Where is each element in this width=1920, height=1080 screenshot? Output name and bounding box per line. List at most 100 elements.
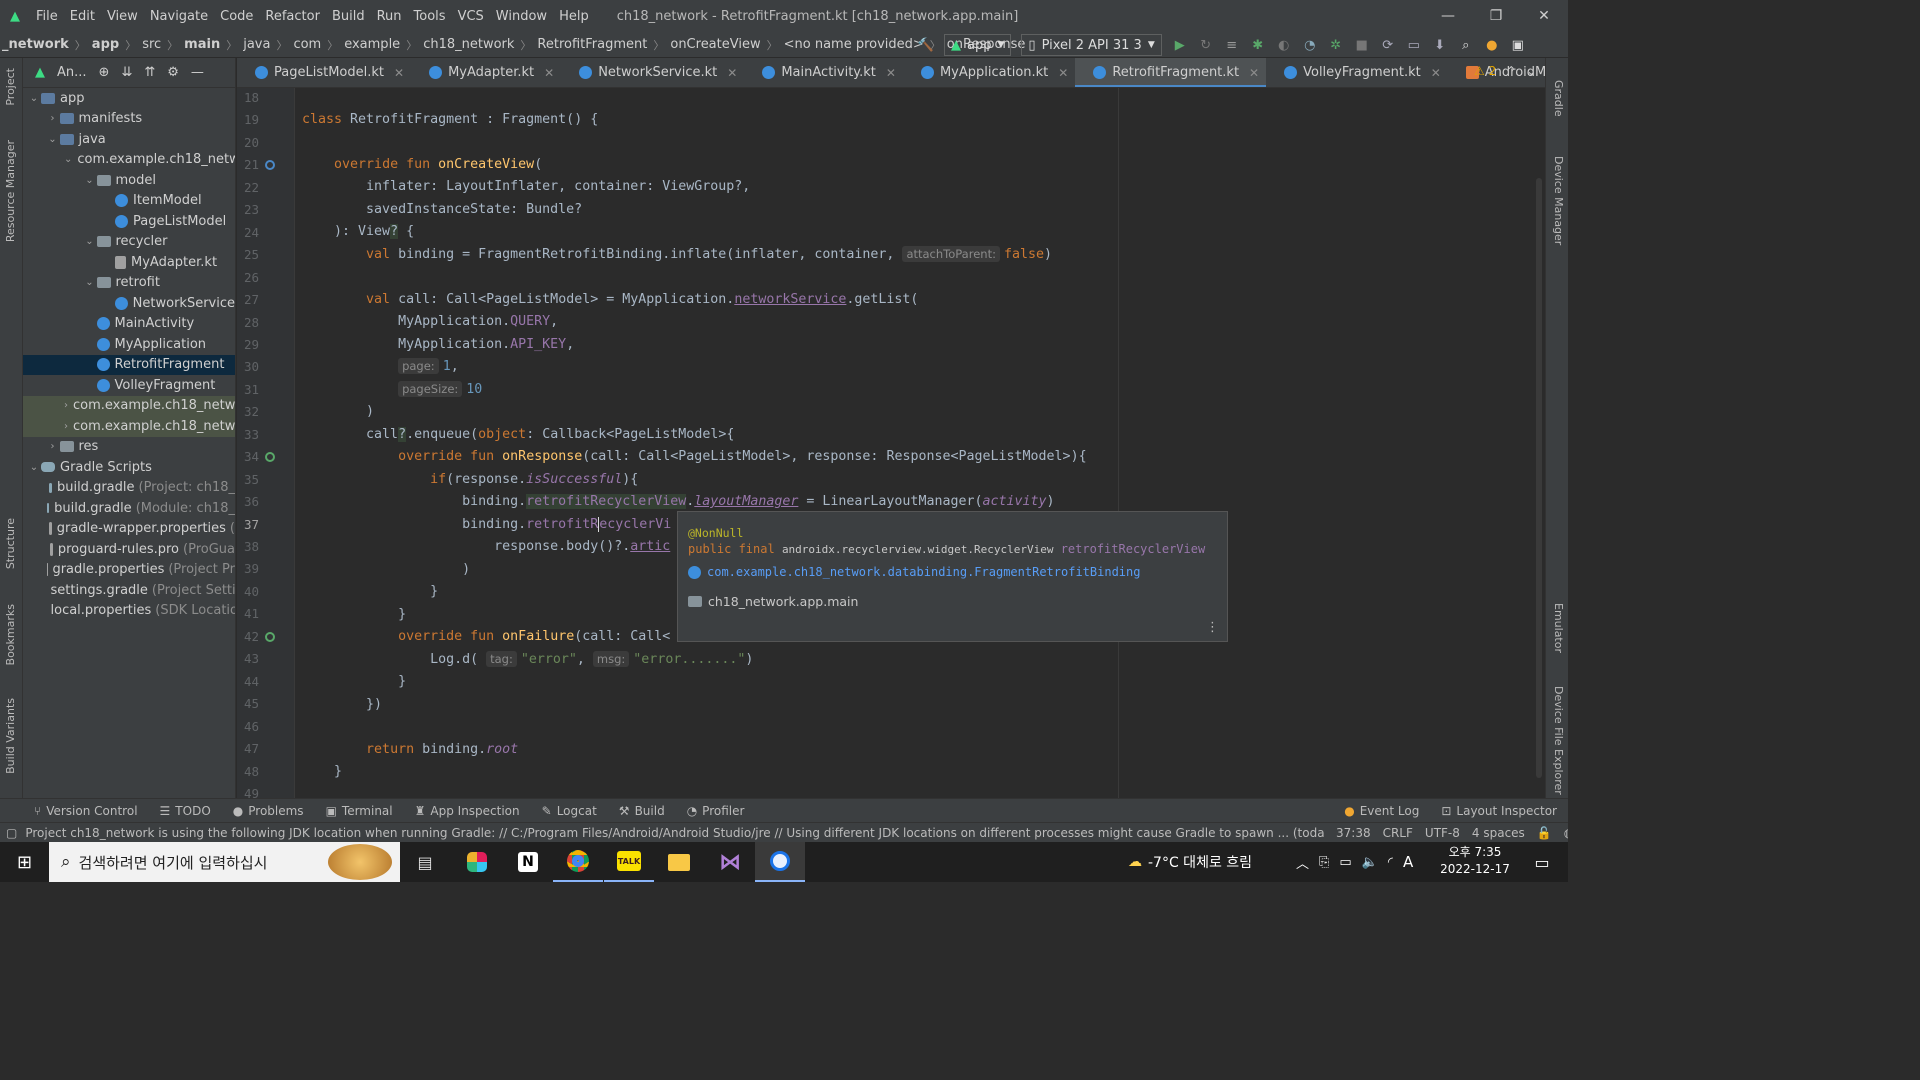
- clock[interactable]: 오후 7:35 2022-12-17: [1440, 844, 1510, 878]
- editor-scrollbar[interactable]: [1536, 178, 1542, 778]
- todo-button[interactable]: ☰ TODO: [149, 804, 222, 818]
- tree-item[interactable]: NetworkService: [23, 293, 235, 314]
- more-options-icon[interactable]: ⋮: [1206, 620, 1219, 635]
- tree-item[interactable]: gradle-wrapper.properties(: [23, 519, 235, 540]
- menu-run[interactable]: Run: [371, 9, 408, 24]
- tree-item[interactable]: › com.example.ch18_netw: [23, 395, 235, 416]
- battery-icon[interactable]: ▭: [1339, 855, 1351, 870]
- kakaotalk-icon[interactable]: TALK: [604, 842, 654, 882]
- chevron-right-icon[interactable]: ›: [64, 421, 68, 432]
- tree-item[interactable]: gradle.properties (Project Pr: [23, 560, 235, 581]
- editor-tab[interactable]: MyApplication.kt ✕: [903, 58, 1075, 87]
- close-icon[interactable]: ✕: [1520, 0, 1568, 32]
- chevron-down-icon[interactable]: ⌄: [83, 175, 97, 186]
- app-inspection-button[interactable]: ♜ App Inspection: [404, 804, 531, 818]
- tree-item[interactable]: ⌄ model: [23, 170, 235, 191]
- tree-item[interactable]: PageListModel: [23, 211, 235, 232]
- breadcrumb-item[interactable]: app: [90, 37, 121, 52]
- menu-file[interactable]: File: [30, 9, 64, 24]
- memory-icon[interactable]: ◍: [1564, 826, 1568, 840]
- chevron-down-icon[interactable]: ⌄: [1526, 64, 1536, 78]
- menu-build[interactable]: Build: [326, 9, 371, 24]
- breadcrumb-item[interactable]: ch18_network: [421, 37, 516, 52]
- menu-edit[interactable]: Edit: [64, 9, 101, 24]
- structure-tool-button[interactable]: Structure: [4, 518, 17, 569]
- menu-code[interactable]: Code: [214, 9, 259, 24]
- breadcrumb-item[interactable]: example: [342, 37, 402, 52]
- tree-item[interactable]: ⌄ Gradle Scripts: [23, 457, 235, 478]
- menu-tools[interactable]: Tools: [408, 9, 452, 24]
- tree-item[interactable]: › manifests: [23, 109, 235, 130]
- tree-item[interactable]: MyApplication: [23, 334, 235, 355]
- sync-gradle-icon[interactable]: ⟳: [1380, 37, 1396, 53]
- problems-button[interactable]: ● Problems: [222, 804, 315, 818]
- close-tab-icon[interactable]: ✕: [1249, 66, 1259, 80]
- tree-item[interactable]: ⌄ recycler: [23, 232, 235, 253]
- emulator-tool-button[interactable]: Emulator: [1552, 603, 1565, 653]
- sdk-manager-icon[interactable]: ⬇: [1432, 37, 1448, 53]
- tree-item[interactable]: VolleyFragment: [23, 375, 235, 396]
- run-config-select[interactable]: ▲ app ▼: [944, 34, 1012, 56]
- notification-icon[interactable]: ▭: [1522, 842, 1562, 882]
- tree-item[interactable]: RetrofitFragment: [23, 354, 235, 375]
- attach-debugger-icon[interactable]: ✲: [1328, 37, 1344, 53]
- version-control-button[interactable]: ⑂ Version Control: [23, 804, 149, 818]
- popup-class-link[interactable]: com.example.ch18_network.databinding.Fra…: [707, 565, 1140, 579]
- tree-item[interactable]: › res: [23, 437, 235, 458]
- chevron-right-icon[interactable]: ›: [46, 441, 60, 452]
- chevron-down-icon[interactable]: ⌄: [27, 93, 41, 104]
- line-separator[interactable]: CRLF: [1383, 826, 1413, 840]
- tree-item[interactable]: proguard-rules.pro (ProGua: [23, 539, 235, 560]
- editor-tab[interactable]: MyAdapter.kt ✕: [411, 58, 561, 87]
- bookmarks-tool-button[interactable]: Bookmarks: [4, 604, 17, 665]
- indent-setting[interactable]: 4 spaces: [1472, 826, 1525, 840]
- caret-position[interactable]: 37:38: [1336, 826, 1371, 840]
- menu-vcs[interactable]: VCS: [452, 9, 490, 24]
- breadcrumb-item[interactable]: onCreateView: [668, 37, 762, 52]
- breadcrumb-item[interactable]: java: [241, 37, 272, 52]
- visual-studio-icon[interactable]: ⋈: [705, 842, 755, 882]
- hammer-icon[interactable]: 🔨: [918, 37, 934, 53]
- menu-view[interactable]: View: [101, 9, 144, 24]
- build-button[interactable]: ⚒ Build: [608, 804, 676, 818]
- gear-icon[interactable]: ⚙: [167, 65, 179, 80]
- chevron-down-icon[interactable]: ⌄: [46, 134, 60, 145]
- breadcrumb-item[interactable]: <no name provided>: [782, 37, 926, 52]
- editor-tab[interactable]: RetrofitFragment.kt ✕: [1075, 58, 1267, 87]
- chevron-down-icon[interactable]: ⌄: [83, 277, 97, 288]
- run-icon[interactable]: ▶: [1172, 37, 1188, 53]
- update-icon[interactable]: ●: [1484, 37, 1500, 53]
- notion-icon[interactable]: N: [503, 842, 553, 882]
- breadcrumb-item[interactable]: main: [182, 37, 222, 52]
- wifi-icon[interactable]: ◜: [1388, 855, 1393, 870]
- status-message[interactable]: Project ch18_network is using the follow…: [25, 824, 1325, 841]
- chevron-up-icon[interactable]: ⌃: [1506, 64, 1516, 78]
- close-tab-icon[interactable]: ✕: [394, 66, 404, 80]
- tree-item[interactable]: ⌄ app: [23, 88, 235, 109]
- tree-item[interactable]: ItemModel: [23, 191, 235, 212]
- lock-icon[interactable]: 🔓: [1537, 826, 1552, 840]
- slack-icon[interactable]: [452, 842, 502, 882]
- locate-icon[interactable]: ⊕: [99, 65, 110, 80]
- stop-icon[interactable]: ■: [1354, 37, 1370, 53]
- gradle-tool-button[interactable]: Gradle: [1552, 80, 1565, 117]
- logcat-button[interactable]: ✎ Logcat: [531, 804, 608, 818]
- build-variants-tool-button[interactable]: Build Variants: [4, 698, 17, 774]
- avatar[interactable]: ▣: [1510, 37, 1526, 53]
- status-icon[interactable]: ▢: [0, 826, 25, 840]
- breadcrumb-item[interactable]: src: [140, 37, 163, 52]
- breadcrumb-item[interactable]: com: [291, 37, 323, 52]
- expand-all-icon[interactable]: ⇊: [121, 65, 132, 80]
- chevron-down-icon[interactable]: ⌄: [83, 236, 97, 247]
- menu-help[interactable]: Help: [553, 9, 595, 24]
- editor-tab[interactable]: MainActivity.kt ✕: [744, 58, 903, 87]
- tree-item[interactable]: ⌄ com.example.ch18_netw: [23, 150, 235, 171]
- tree-item[interactable]: MainActivity: [23, 314, 235, 335]
- tree-item[interactable]: ⌄ java: [23, 129, 235, 150]
- menu-window[interactable]: Window: [490, 9, 553, 24]
- terminal-button[interactable]: ▣ Terminal: [315, 804, 404, 818]
- tree-item[interactable]: ⌄ retrofit: [23, 273, 235, 294]
- editor-tab[interactable]: NetworkService.kt ✕: [561, 58, 744, 87]
- speaker-icon[interactable]: 🔈: [1362, 855, 1378, 870]
- layout-inspector-button[interactable]: ⊡ Layout Inspector: [1430, 804, 1568, 818]
